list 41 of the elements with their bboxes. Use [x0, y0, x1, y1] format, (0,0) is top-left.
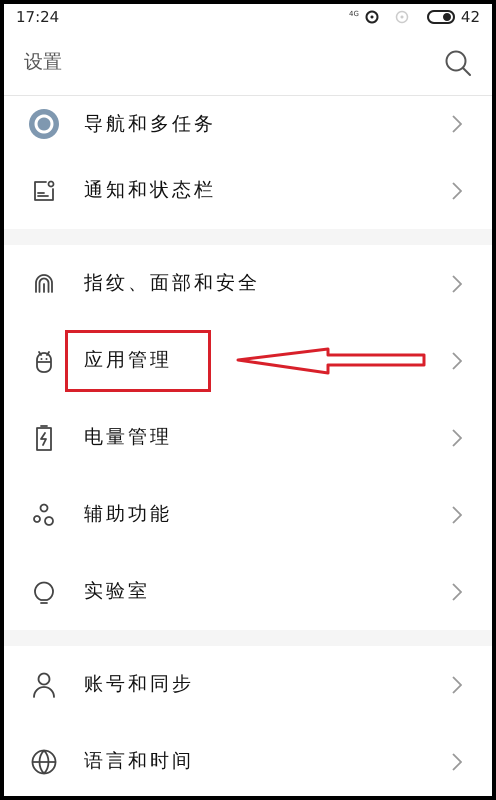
chevron-icon — [452, 182, 462, 200]
row-label: 账号和同步 — [84, 672, 194, 698]
settings-row[interactable]: 辅助功能 — [4, 476, 492, 553]
settings-row[interactable]: 语言和时间 — [4, 723, 492, 796]
settings-row[interactable]: 指纹、面部和安全 — [4, 245, 492, 322]
settings-row[interactable]: 实验室 — [4, 553, 492, 630]
row-label: 电量管理 — [84, 425, 172, 450]
nodes-icon — [32, 502, 56, 526]
battery-bolt-icon — [35, 424, 53, 452]
signal-icon — [394, 10, 409, 24]
settings-row[interactable]: 通知和状态栏 — [4, 152, 492, 229]
row-label: 语言和时间 — [84, 749, 194, 774]
battery-icon — [426, 10, 455, 24]
search-icon[interactable] — [444, 48, 472, 76]
person-icon — [32, 672, 56, 698]
chevron-icon — [452, 274, 462, 292]
row-label: 辅助功能 — [84, 502, 172, 528]
row-label: 实验室 — [84, 579, 150, 604]
chevron-icon — [452, 428, 462, 446]
chevron-icon — [452, 115, 462, 133]
status-time: 17:24 — [16, 6, 60, 28]
settings-row[interactable]: 电量管理 — [4, 399, 492, 476]
row-label: 通知和状态栏 — [84, 178, 216, 204]
settings-row[interactable]: 应用管理 — [4, 322, 492, 399]
battery-level: 42 — [460, 6, 480, 28]
fingerprint-icon — [32, 272, 56, 296]
chevron-icon — [452, 352, 462, 370]
settings-row[interactable]: 账号和同步 — [4, 646, 492, 723]
row-label: 指纹、面部和安全 — [84, 271, 260, 296]
nav-ring-icon — [29, 109, 59, 139]
signal-icon — [364, 10, 379, 24]
chevron-icon — [452, 676, 462, 694]
row-label: 导航和多任务 — [84, 112, 216, 137]
page-title: 设置 — [24, 50, 62, 76]
chevron-icon — [452, 752, 462, 770]
globe-icon — [31, 748, 57, 774]
notification-panel-icon — [32, 178, 56, 202]
chevron-icon — [452, 582, 462, 600]
row-label: 应用管理 — [84, 348, 172, 374]
settings-row[interactable]: 导航和多任务 — [4, 96, 492, 152]
chevron-icon — [452, 506, 462, 524]
